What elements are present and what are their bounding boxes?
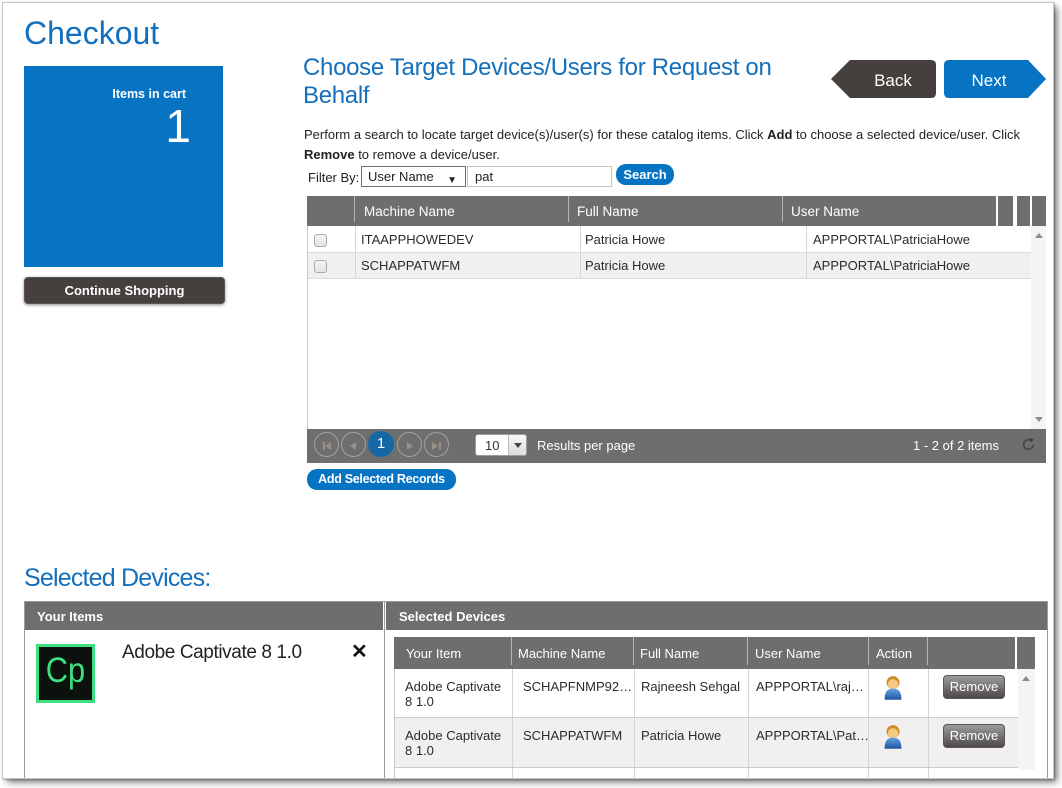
svg-text:Next: Next <box>972 71 1007 90</box>
svg-text:Back: Back <box>874 71 912 90</box>
